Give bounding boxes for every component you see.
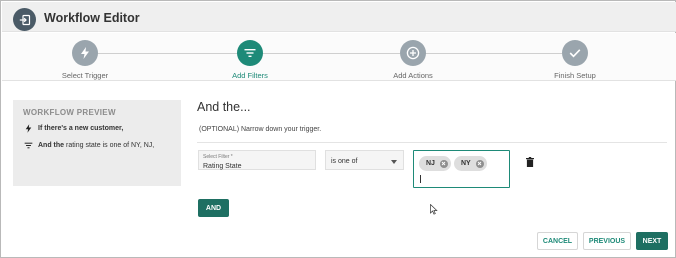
preview-filter-text: rating state is one of NY, NJ, [66,142,155,149]
value-chip[interactable]: NJ [419,156,451,171]
text-cursor [420,175,421,183]
chip-label: NJ [426,160,435,167]
chip-label: NY [461,160,471,167]
preview-filter-prefix: And the [38,142,65,149]
step-finish-setup[interactable]: Finish Setup [515,40,635,80]
mouse-pointer-icon [430,202,438,220]
page-subtitle: (OPTIONAL) Narrow down your trigger. [199,126,322,133]
next-button[interactable]: NEXT [636,232,668,250]
workflow-preview-panel: WORKFLOW PREVIEW If there's a new custom… [13,100,181,186]
step-select-trigger[interactable]: Select Trigger [25,40,145,80]
select-filter-field[interactable]: Select Filter * Rating State [198,150,316,170]
step-label: Add Filters [232,71,268,80]
preview-filter-row: And the rating state is one of NY, NJ, [23,142,154,149]
preview-trigger-row: If there's a new customer, [23,124,123,133]
step-label: Select Trigger [61,71,109,80]
remove-chip-icon[interactable] [439,159,448,168]
app-header: Workflow Editor [2,2,676,32]
step-add-filters[interactable]: Add Filters [190,40,310,80]
select-filter-label: Select Filter * [203,154,233,160]
check-icon [562,40,588,66]
operator-value: is one of [331,158,358,165]
filter-icon [237,40,263,66]
lightning-icon [72,40,98,66]
divider [197,142,667,143]
lightning-icon [23,124,33,133]
select-filter-value: Rating State [203,163,242,170]
app-window: Workflow Editor Select Trigger Add Filte… [0,0,676,258]
chevron-down-icon [391,160,397,164]
filter-icon [23,142,33,149]
step-label: Add Actions [393,71,433,80]
workflow-stepper: Select Trigger Add Filters Add Actions F… [2,33,676,81]
plus-circle-icon [400,40,426,66]
preview-title: WORKFLOW PREVIEW [23,108,116,117]
preview-trigger-text: If there's a new customer, [38,125,124,132]
filter-values-input[interactable]: NJ NY [413,150,510,188]
step-label: Finish Setup [554,71,596,80]
previous-button[interactable]: PREVIOUS [583,232,631,250]
trash-icon[interactable] [526,154,534,172]
cancel-button[interactable]: CANCEL [537,232,578,250]
operator-select[interactable]: is one of [325,150,404,170]
remove-chip-icon[interactable] [475,159,484,168]
step-add-actions[interactable]: Add Actions [353,40,473,80]
value-chip[interactable]: NY [454,156,487,171]
page-title: And the... [197,100,251,114]
app-title: Workflow Editor [44,11,140,25]
and-button[interactable]: AND [198,199,229,217]
sign-in-icon[interactable] [13,8,36,31]
